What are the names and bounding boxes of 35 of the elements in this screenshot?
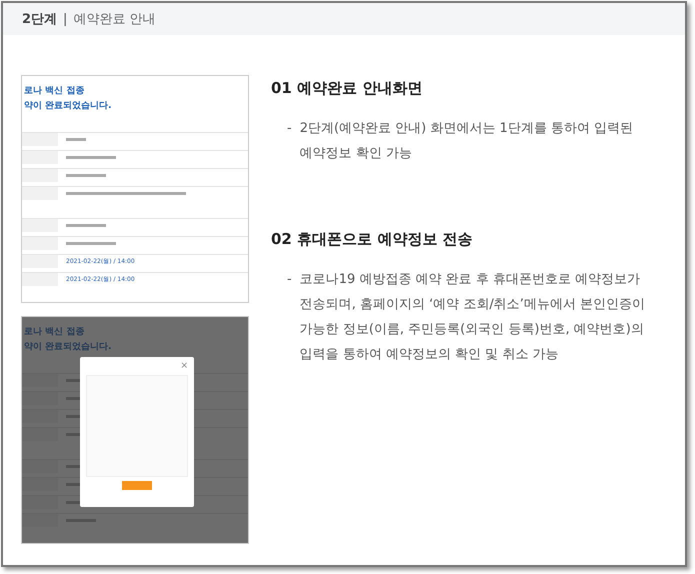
screenshot-heading: 로나 백신 접종 (23, 86, 86, 97)
section-title: 01 예약완료 안내화면 (271, 79, 424, 98)
section-title: 02 휴대폰으로 예약정보 전송 (271, 230, 474, 249)
section-text: 코로나19 예방접종 예약 완료 후 휴대폰번호로 예약정보가 전송되며, 홈페이지의 ‘예약 조회/취소’메뉴에서 본인인증이 가능한 정보(이름, 주민등록(외국인 등록)번호, 예약번호)의 입력을 통하여 예약정보의 확인 및 취소 가능 (300, 271, 646, 364)
label-cell (22, 392, 58, 405)
step-label: 2단계 (22, 11, 58, 28)
placeholder-line (66, 224, 106, 227)
screenshot-heading: 로나 백신 접종 (23, 327, 86, 338)
label-cell (22, 374, 58, 387)
label-cell (22, 273, 58, 286)
label-cell (22, 151, 58, 164)
header-title: 예약완료 안내 (73, 11, 156, 28)
placeholder-line (66, 138, 86, 141)
bullet: - (287, 271, 292, 289)
screenshot-heading: 약이 완료되었습니다. (23, 101, 113, 112)
placeholder-line (66, 242, 116, 245)
label-cell (22, 169, 58, 182)
label-cell (22, 255, 58, 268)
label-cell (22, 460, 58, 473)
screenshot-heading: 약이 완료되었습니다. (23, 342, 113, 353)
label-cell (22, 237, 58, 250)
label-cell (22, 478, 58, 491)
label-cell (22, 514, 58, 527)
section-text: 2단계(예약완료 안내) 화면에서는 1단계를 통하여 입력된 예약정보 확인 가능 (300, 120, 634, 163)
label-cell (22, 496, 58, 509)
label-cell (22, 133, 58, 146)
bullet: - (287, 120, 292, 138)
label-cell (22, 410, 58, 423)
label-cell (22, 219, 58, 232)
label-cell (22, 187, 58, 200)
close-icon: × (180, 361, 188, 371)
placeholder-line (66, 156, 116, 159)
label-cell (22, 428, 58, 441)
separator: | (63, 12, 68, 26)
placeholder-line (66, 174, 106, 177)
